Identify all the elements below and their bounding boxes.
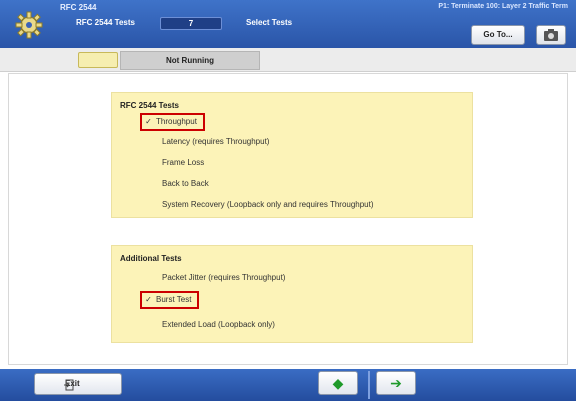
back-arrow-icon: ◆ — [332, 375, 344, 391]
back-button[interactable]: ◆ — [318, 371, 358, 395]
camera-button[interactable] — [536, 25, 566, 45]
latency-checkbox[interactable] — [150, 137, 159, 146]
latency-option[interactable]: Latency (requires Throughput) — [150, 135, 269, 149]
step-indicator: 7 — [160, 17, 222, 30]
frame-loss-checkbox[interactable] — [150, 158, 159, 167]
latency-label: Latency (requires Throughput) — [162, 137, 270, 146]
go-to-button[interactable]: Go To... — [471, 25, 525, 45]
rfc-tests-panel: RFC 2544 Tests ✓ Throughput Latency (requ… — [111, 92, 473, 218]
burst-test-label: Burst Test — [156, 295, 192, 304]
extended-load-option[interactable]: Extended Load (Loopback only) — [150, 318, 275, 332]
burst-test-option[interactable]: ✓ Burst Test — [140, 291, 200, 309]
exit-door-icon — [64, 379, 74, 391]
system-recovery-label: System Recovery (Loopback only and requi… — [162, 200, 374, 209]
throughput-option[interactable]: ✓ Throughput — [140, 113, 205, 131]
back-to-back-label: Back to Back — [162, 179, 209, 188]
packet-jitter-label: Packet Jitter (requires Throughput) — [162, 273, 286, 282]
frame-loss-option[interactable]: Frame Loss — [150, 156, 204, 170]
app-title: RFC 2544 — [60, 3, 97, 12]
frame-loss-label: Frame Loss — [162, 158, 205, 167]
test-status-tab[interactable]: Not Running — [120, 51, 260, 70]
additional-tests-title: Additional Tests — [120, 254, 182, 263]
packet-jitter-option[interactable]: Packet Jitter (requires Throughput) — [150, 271, 285, 285]
tab-bar: Not Running — [0, 48, 576, 72]
header-bar: RFC 2544 RFC 2544 Tests 7 Select Tests P… — [0, 0, 576, 48]
page-subtitle: RFC 2544 Tests — [76, 18, 135, 27]
gear-icon — [15, 11, 43, 39]
port-status-text: P1: Terminate 100: Layer 2 Traffic Term — [438, 3, 568, 10]
back-to-back-checkbox[interactable] — [150, 179, 159, 188]
burst-test-checkbox[interactable]: ✓ — [144, 295, 153, 304]
throughput-label: Throughput — [156, 117, 197, 126]
back-to-back-option[interactable]: Back to Back — [150, 177, 209, 191]
additional-tests-panel: Additional Tests Packet Jitter (requires… — [111, 245, 473, 343]
camera-icon — [544, 29, 558, 41]
exit-button[interactable]: Exit — [34, 373, 122, 395]
extended-load-checkbox[interactable] — [150, 320, 159, 329]
extended-load-label: Extended Load (Loopback only) — [162, 320, 275, 329]
next-arrow-icon: ➔ — [390, 375, 402, 391]
footer-bar: Exit ◆ ➔ — [0, 369, 576, 401]
folder-tab[interactable] — [78, 52, 118, 68]
packet-jitter-checkbox[interactable] — [150, 273, 159, 282]
rfc-tests-title: RFC 2544 Tests — [120, 101, 179, 110]
throughput-checkbox[interactable]: ✓ — [144, 117, 153, 126]
system-recovery-option[interactable]: System Recovery (Loopback only and requi… — [150, 198, 374, 212]
step-label: Select Tests — [246, 18, 293, 27]
footer-divider — [368, 371, 370, 399]
system-recovery-checkbox[interactable] — [150, 200, 159, 209]
next-button[interactable]: ➔ — [376, 371, 416, 395]
main-panel: RFC 2544 Tests ✓ Throughput Latency (requ… — [8, 73, 568, 365]
